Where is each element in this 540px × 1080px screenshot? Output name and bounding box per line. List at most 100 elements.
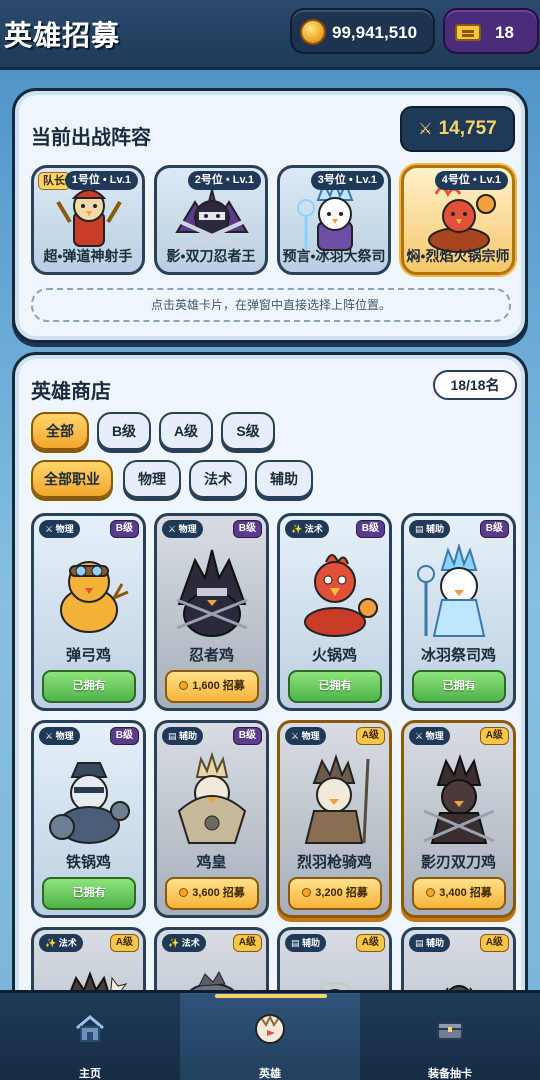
lineup-hint: 点击英雄卡片，在弹窗中直接选择上阵位置。 <box>31 288 511 322</box>
coin-balance[interactable]: 99,941,510 <box>290 8 435 54</box>
nav-equipment-gacha-label: 装备抽卡 <box>428 1068 472 1080</box>
hero-card-iron-pot[interactable]: ⚔ 物理 B级 铁锅鸡 已拥有 <box>31 720 146 918</box>
slot-hero-name: 超•弹道神射手 <box>43 248 133 264</box>
rank-badge: A级 <box>109 934 139 952</box>
page-title: 英雄招募 <box>4 20 121 51</box>
grade-filter-a[interactable]: A级 <box>159 412 213 450</box>
hero-name: 烈羽枪骑鸡 <box>296 854 372 871</box>
slot-position-tag: 4号位 • Lv.1 <box>434 171 508 190</box>
lineup-slot-4[interactable]: 4号位 • Lv.1 焖•烈焰火锅宗师 <box>401 165 515 275</box>
bottom-nav: 主页 英雄 装备抽卡 <box>0 990 540 1080</box>
active-tab-indicator <box>215 994 327 998</box>
lineup-slot-3[interactable]: 3号位 • Lv.1 预言•冰羽大祭司 <box>277 165 391 275</box>
slot-hero-name: 影•双刀忍者王 <box>166 248 256 264</box>
hero-name: 忍者鸡 <box>188 647 234 664</box>
slot-position-tag: 1号位 • Lv.1 <box>64 171 138 190</box>
owned-button[interactable]: 已拥有 <box>42 670 136 703</box>
class-tag-label: 法术 <box>181 938 200 948</box>
slot-position-tag: 2号位 • Lv.1 <box>187 171 261 190</box>
home-icon <box>76 1015 104 1042</box>
lineup-slot-2[interactable]: 2号位 • Lv.1 影•双刀忍者王 <box>154 165 268 275</box>
class-tag-label: 法术 <box>58 938 77 948</box>
class-tag-label: 辅助 <box>426 524 445 534</box>
recruit-price: 3,400 招募 <box>439 887 492 899</box>
recruit-button[interactable]: 3,600 招募 <box>165 877 259 910</box>
hero-name: 冰羽祭司鸡 <box>420 647 496 664</box>
class-tag: ▤ 辅助 <box>162 727 204 745</box>
hero-card-slingshot[interactable]: ⚔ 物理 B级 弹弓鸡 已拥有 <box>31 513 146 711</box>
lineup-panel: 当前出战阵容 ⚔ 14,757 队长 1号位 • Lv.1 超•弹道神射手 2号位… <box>12 88 528 343</box>
rank-badge: B级 <box>232 727 262 745</box>
treasure-chest-icon <box>437 1022 463 1040</box>
shop-title: 英雄商店 <box>31 381 111 403</box>
class-tag-label: 物理 <box>55 731 74 741</box>
hero-card-chicken-emperor[interactable]: ▤ 辅助 B级 鸡皇 3,600 招募 <box>154 720 269 918</box>
lancer-chicken-art <box>304 753 370 844</box>
ice-priest-chicken-portrait <box>297 182 354 251</box>
hero-name: 弹弓鸡 <box>65 647 111 664</box>
grade-filter-s[interactable]: S级 <box>221 412 275 450</box>
coin-icon <box>300 19 326 45</box>
hero-card-ice-priest[interactable]: ▤ 辅助 B级 冰羽祭司鸡 已拥有 <box>401 513 516 711</box>
class-tag: ▤ 辅助 <box>285 934 327 952</box>
hero-card-ninja[interactable]: ⚔ 物理 B级 忍者鸡 1,600 招募 <box>154 513 269 711</box>
rank-badge: B级 <box>109 727 139 745</box>
class-tag-label: 物理 <box>55 524 74 534</box>
team-power-value: 14,757 <box>438 118 497 139</box>
hero-card-shadow-blade[interactable]: ⚔ 物理 A级 影刃双刀鸡 3,400 招募 <box>401 720 516 918</box>
rank-badge: A级 <box>232 934 262 952</box>
hotpot-chicken-art <box>304 554 378 637</box>
recruit-button[interactable]: 3,400 招募 <box>412 877 506 910</box>
ninja-chicken-portrait <box>175 189 249 252</box>
ticket-balance[interactable]: 18 <box>443 8 539 54</box>
class-tag: ⚔ 物理 <box>162 520 203 538</box>
class-filter-magic[interactable]: 法术 <box>189 460 247 498</box>
class-tag-label: 辅助 <box>179 731 198 741</box>
hero-shop-panel: 英雄商店 18/18名 全部 B级 A级 S级 全部职业 物理 法术 辅助 ⚔ … <box>12 352 528 1052</box>
recruit-price: 3,600 招募 <box>192 887 245 899</box>
nav-home-label: 主页 <box>79 1068 101 1080</box>
hero-name: 铁锅鸡 <box>65 854 111 871</box>
recruit-button[interactable]: 3,200 招募 <box>288 877 382 910</box>
lineup-slot-1[interactable]: 队长 1号位 • Lv.1 超•弹道神射手 <box>31 165 145 275</box>
class-tag-label: 辅助 <box>426 938 445 948</box>
top-bar: 英雄招募 99,941,510 18 <box>0 0 540 70</box>
owned-button[interactable]: 已拥有 <box>288 670 382 703</box>
class-filter-all[interactable]: 全部职业 <box>31 460 113 498</box>
rank-badge: B级 <box>232 520 262 538</box>
hotpot-chicken-portrait <box>428 186 496 253</box>
class-tag-label: 物理 <box>301 731 320 741</box>
recruit-price: 3,200 招募 <box>315 887 368 899</box>
owned-button[interactable]: 已拥有 <box>412 670 506 703</box>
hero-name: 火锅鸡 <box>311 647 357 664</box>
rank-badge: A级 <box>479 934 509 952</box>
ticket-value: 18 <box>495 23 514 42</box>
iron-pot-chicken-art <box>49 762 130 844</box>
rank-badge: B级 <box>355 520 385 538</box>
class-tag: ✨ 法术 <box>162 934 206 952</box>
nav-equipment-gacha[interactable]: 装备抽卡 <box>360 993 540 1080</box>
nav-heroes[interactable]: 英雄 <box>180 993 360 1080</box>
recruit-button[interactable]: 1,600 招募 <box>165 670 259 703</box>
hero-name: 鸡皇 <box>196 854 227 871</box>
hero-card-lancer[interactable]: ⚔ 物理 A级 烈羽枪骑鸡 3,200 招募 <box>277 720 392 918</box>
class-filter-physical[interactable]: 物理 <box>123 460 181 498</box>
coin-icon <box>179 681 189 690</box>
class-tag-label: 物理 <box>178 524 197 534</box>
rank-badge: A级 <box>355 727 385 745</box>
nav-heroes-label: 英雄 <box>259 1068 281 1080</box>
grade-filter-b[interactable]: B级 <box>97 412 151 450</box>
coin-icon <box>179 888 189 897</box>
slingshot-chicken-portrait <box>56 189 122 247</box>
class-filter-support[interactable]: 辅助 <box>255 460 313 498</box>
slot-position-tag: 3号位 • Lv.1 <box>310 171 384 190</box>
owned-button[interactable]: 已拥有 <box>42 877 136 910</box>
recruit-price: 1,600 招募 <box>192 680 245 692</box>
class-tag: ✨ 法术 <box>285 520 329 538</box>
grade-filter-all[interactable]: 全部 <box>31 412 89 450</box>
rank-badge: A级 <box>479 727 509 745</box>
nav-home[interactable]: 主页 <box>0 993 180 1080</box>
hero-name: 影刃双刀鸡 <box>420 854 496 871</box>
ninja-chicken-art <box>176 549 248 637</box>
hero-card-hotpot[interactable]: ✨ 法术 B级 火锅鸡 已拥有 <box>277 513 392 711</box>
